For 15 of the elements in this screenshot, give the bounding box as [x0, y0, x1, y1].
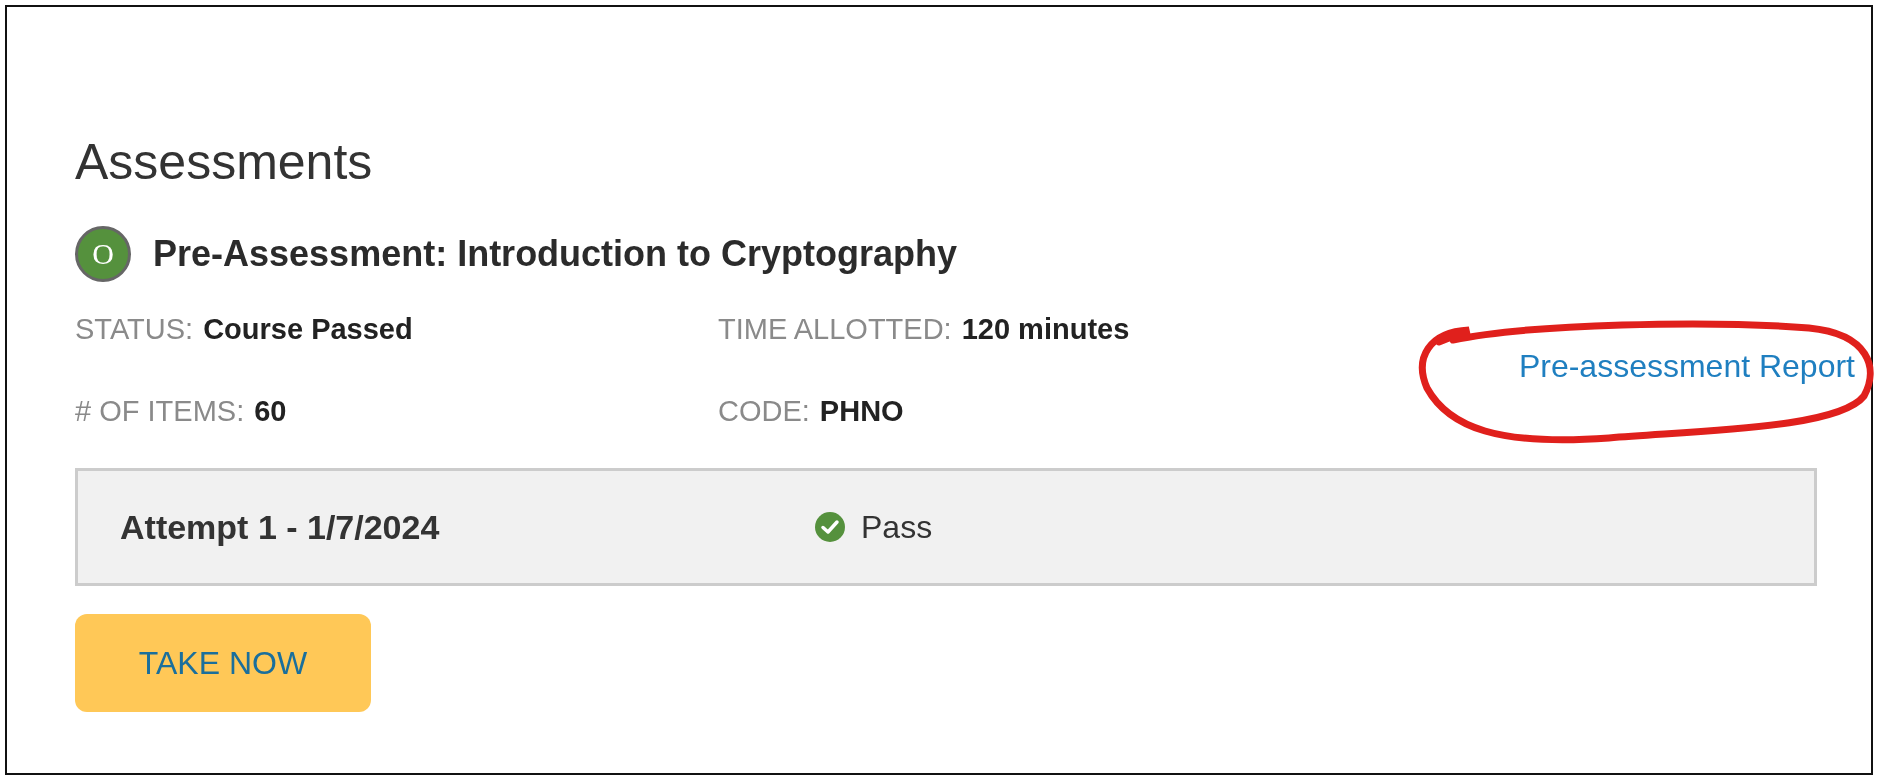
detail-label: TIME ALLOTTED:	[718, 312, 952, 345]
attempt-label: Attempt 1 - 1/7/2024	[120, 507, 441, 547]
take-now-button[interactable]: TAKE NOW	[75, 614, 371, 712]
status-badge-icon: O	[75, 226, 131, 282]
attempt-result: Pass	[861, 508, 933, 546]
detail-label: STATUS:	[75, 312, 194, 345]
detail-value: 120 minutes	[961, 312, 1130, 345]
detail-label: CODE:	[718, 394, 810, 427]
detail-label: # OF ITEMS:	[75, 394, 245, 427]
detail-value: Course Passed	[203, 312, 413, 345]
assessment-title: Pre-Assessment: Introduction to Cryptography	[153, 233, 958, 275]
detail-value: PHNO	[819, 394, 904, 427]
detail-value: 60	[254, 394, 287, 427]
section-title: Assessments	[75, 135, 374, 190]
report-link[interactable]: Pre-assessment Report	[1518, 347, 1855, 385]
